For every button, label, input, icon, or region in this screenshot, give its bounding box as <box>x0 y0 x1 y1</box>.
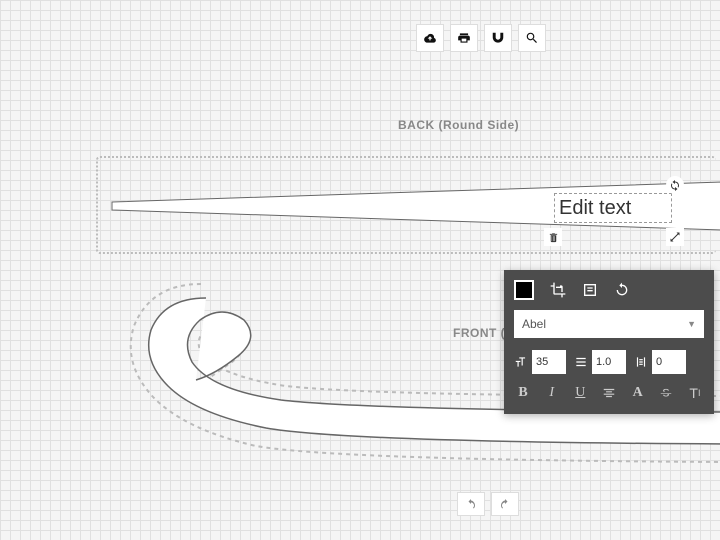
cloud-upload-icon <box>423 31 437 45</box>
letter-spacing-input[interactable] <box>652 350 686 374</box>
upload-button[interactable] <box>416 24 444 52</box>
align-button[interactable] <box>600 384 618 402</box>
zoom-button[interactable] <box>518 24 546 52</box>
font-select[interactable]: Abel ▼ <box>514 310 704 338</box>
search-icon <box>525 31 539 45</box>
font-size-input[interactable] <box>532 350 566 374</box>
text-color-swatch[interactable] <box>514 280 534 300</box>
letter-spacing-icon <box>634 355 648 369</box>
font-style-button[interactable]: A <box>629 384 647 402</box>
rotate-icon <box>669 179 681 191</box>
font-select-value: Abel <box>522 317 546 331</box>
delete-handle[interactable] <box>544 228 562 246</box>
resize-icon <box>669 231 681 243</box>
line-height-icon <box>574 355 588 369</box>
top-toolbar <box>416 24 546 52</box>
underline-button[interactable]: U <box>571 384 589 402</box>
history-controls <box>457 492 519 516</box>
print-button[interactable] <box>450 24 478 52</box>
font-size-icon <box>514 355 528 369</box>
back-side-label: BACK (Round Side) <box>398 118 519 132</box>
trash-icon <box>548 232 559 243</box>
undo-icon <box>464 498 478 510</box>
rotate-handle[interactable] <box>666 176 684 194</box>
layers-icon[interactable] <box>582 282 598 298</box>
magnet-icon <box>491 31 505 45</box>
reset-icon[interactable] <box>614 282 630 298</box>
text-case-button[interactable]: TI <box>686 384 704 402</box>
strikethrough-button[interactable] <box>657 384 675 402</box>
text-element[interactable]: Edit text <box>554 193 672 223</box>
redo-icon <box>498 498 512 510</box>
snap-button[interactable] <box>484 24 512 52</box>
chevron-down-icon: ▼ <box>687 319 696 329</box>
text-editor-panel: Abel ▼ B I U A TI <box>504 270 714 414</box>
redo-button[interactable] <box>491 492 519 516</box>
undo-button[interactable] <box>457 492 485 516</box>
bold-button[interactable]: B <box>514 384 532 402</box>
italic-button[interactable]: I <box>543 384 561 402</box>
print-icon <box>457 31 471 45</box>
resize-handle[interactable] <box>666 228 684 246</box>
text-element-content: Edit text <box>559 197 631 220</box>
crop-icon[interactable] <box>550 282 566 298</box>
line-height-input[interactable] <box>592 350 626 374</box>
